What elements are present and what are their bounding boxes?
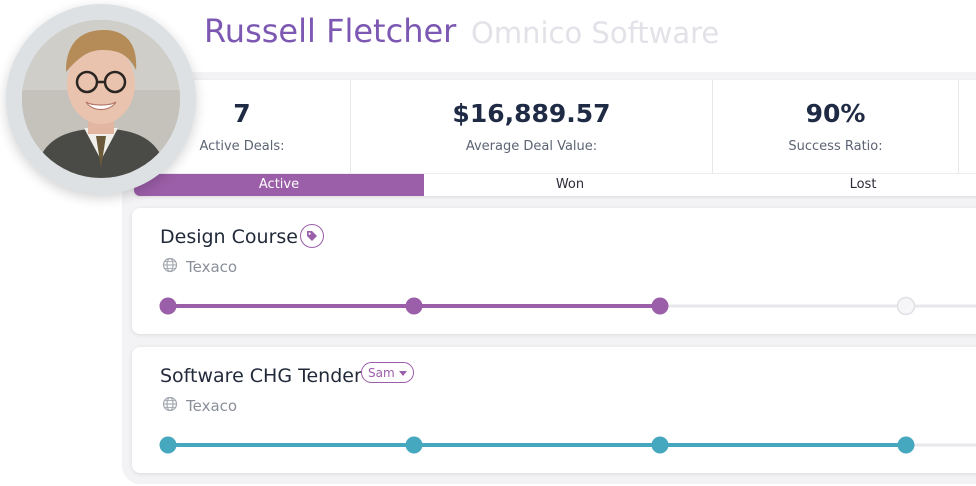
deal-card[interactable]: Software CHG Tender Sam Texaco	[132, 347, 976, 473]
pipeline-stage-complete	[651, 436, 669, 454]
stat-label: Average Deal Value:	[465, 139, 598, 154]
deal-status-tabs: Active Won Lost	[134, 173, 976, 196]
stat-divider	[958, 80, 959, 173]
avatar[interactable]	[6, 4, 196, 194]
deal-card[interactable]: Design Course Texaco	[132, 208, 976, 334]
header-name: Russell Fletcher	[204, 12, 457, 50]
deal-pipeline	[159, 436, 976, 454]
stat-average-deal-value: $16,889.57 Average Deal Value:	[351, 80, 712, 173]
tab-won[interactable]: Won	[424, 174, 716, 196]
stat-value: 90%	[805, 99, 866, 128]
avatar-photo	[22, 20, 180, 178]
stat-label: Success Ratio:	[788, 139, 883, 154]
stats-card: 7 Active Deals: $16,889.57 Average Deal …	[134, 80, 976, 196]
tab-lost[interactable]: Lost	[716, 174, 976, 196]
pipeline-stage-complete	[897, 436, 915, 454]
pipeline-stage-complete	[405, 297, 423, 315]
pipeline-stage-complete	[651, 297, 669, 315]
stat-value: $16,889.57	[452, 99, 611, 128]
pipeline-stage-complete	[405, 436, 423, 454]
deal-pipeline	[159, 296, 976, 316]
header-company: Omnico Software	[471, 16, 720, 50]
pipeline-stage-complete	[159, 436, 177, 454]
stat-success-ratio: 90% Success Ratio:	[713, 80, 958, 173]
tab-active[interactable]: Active	[134, 174, 424, 196]
pipeline-stage-pending	[896, 296, 916, 316]
pipeline-stage-complete	[159, 297, 177, 315]
